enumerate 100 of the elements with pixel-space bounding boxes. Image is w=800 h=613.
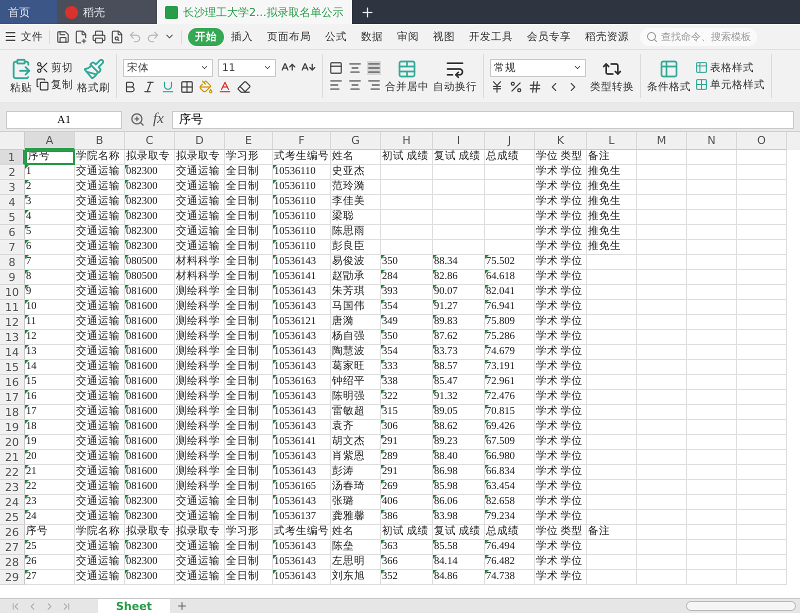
table-cell: 082300: [125, 225, 175, 240]
row-header[interactable]: 15: [0, 360, 25, 375]
add-sheet-icon[interactable]: [176, 600, 188, 612]
row-header[interactable]: 8: [0, 255, 25, 270]
row-header[interactable]: 7: [0, 240, 25, 255]
number-format-field[interactable]: 常规: [490, 58, 586, 76]
ribbon-tab[interactable]: 插入: [224, 28, 260, 46]
eraser-icon[interactable]: [237, 80, 251, 94]
row-header[interactable]: 23: [0, 480, 25, 495]
row-header[interactable]: 5: [0, 210, 25, 225]
new-tab-icon[interactable]: [360, 4, 374, 20]
print-preview-icon[interactable]: [110, 30, 124, 44]
ribbon-tab[interactable]: 开发工具: [462, 28, 520, 46]
italic-icon[interactable]: [142, 80, 156, 94]
formula-field[interactable]: 序号: [172, 110, 794, 128]
underline-icon[interactable]: [161, 80, 175, 94]
row-header[interactable]: 10: [0, 285, 25, 300]
bold-icon[interactable]: [123, 80, 137, 94]
column-header[interactable]: C: [125, 132, 175, 150]
function-label[interactable]: fx: [153, 111, 164, 128]
column-header[interactable]: E: [225, 132, 273, 150]
column-header[interactable]: D: [175, 132, 225, 150]
borders-icon[interactable]: [180, 80, 194, 94]
font-name-field[interactable]: 宋体: [123, 58, 213, 76]
horizontal-scrollbar[interactable]: [686, 601, 796, 611]
ribbon-tab[interactable]: 会员专享: [520, 28, 578, 46]
sheet-tab[interactable]: Sheet: [98, 598, 170, 613]
file-menu[interactable]: 文件: [4, 30, 49, 44]
copy-button[interactable]: 复制: [36, 78, 73, 92]
fill-color-icon[interactable]: [199, 80, 213, 94]
row-header[interactable]: 24: [0, 495, 25, 510]
ribbon-tab[interactable]: 公式: [318, 28, 354, 46]
merge-center-button[interactable]: 合并居中: [385, 58, 429, 94]
column-header[interactable]: G: [331, 132, 381, 150]
row-header[interactable]: 25: [0, 510, 25, 525]
row-header[interactable]: 28: [0, 555, 25, 570]
table-cell: 082300: [125, 495, 175, 510]
row-header[interactable]: 13: [0, 330, 25, 345]
row-header[interactable]: 22: [0, 465, 25, 480]
font-color-icon[interactable]: [218, 80, 232, 94]
font-size-field[interactable]: 11: [218, 58, 276, 76]
column-header[interactable]: O: [737, 132, 787, 150]
column-header[interactable]: F: [273, 132, 331, 150]
row-header[interactable]: 11: [0, 300, 25, 315]
row-header[interactable]: 29: [0, 570, 25, 585]
table-cell: 初试 成绩: [381, 525, 433, 540]
percent-icon[interactable]: [509, 80, 523, 94]
align-middle-icon[interactable]: [348, 60, 362, 74]
table-cell: 学术 学位: [535, 345, 587, 360]
ribbon-tab[interactable]: 稻壳资源: [578, 28, 636, 46]
ribbon-tab[interactable]: 数据: [354, 28, 390, 46]
column-header[interactable]: B: [75, 132, 125, 150]
cell-style-button[interactable]: 单元格样式: [695, 78, 765, 92]
row-header[interactable]: 21: [0, 450, 25, 465]
zoom-icon[interactable]: [130, 112, 145, 127]
row-header[interactable]: 6: [0, 225, 25, 240]
cut-button[interactable]: 剪切: [36, 60, 73, 74]
align-right-icon[interactable]: [367, 78, 381, 92]
align-center-icon[interactable]: [348, 78, 362, 92]
row-header[interactable]: 19: [0, 420, 25, 435]
column-header[interactable]: M: [637, 132, 687, 150]
row-header[interactable]: 14: [0, 345, 25, 360]
document-tab[interactable]: 稻壳: [57, 0, 157, 24]
row-header[interactable]: 16: [0, 375, 25, 390]
row-header[interactable]: 26: [0, 525, 25, 540]
save-icon[interactable]: [56, 30, 70, 44]
row-header[interactable]: 12: [0, 315, 25, 330]
row-header[interactable]: 1: [0, 150, 25, 165]
row-header[interactable]: 2: [0, 165, 25, 180]
column-header[interactable]: N: [687, 132, 737, 150]
conditional-format-button[interactable]: 条件格式: [647, 58, 691, 94]
print-icon[interactable]: [92, 30, 106, 44]
align-left-icon[interactable]: [329, 78, 343, 92]
row-header[interactable]: 17: [0, 390, 25, 405]
row-header[interactable]: 18: [0, 405, 25, 420]
column-header[interactable]: L: [587, 132, 637, 150]
table-style-button[interactable]: 表格样式: [695, 60, 765, 74]
row-header[interactable]: 4: [0, 195, 25, 210]
ribbon-tab[interactable]: 页面布局: [260, 28, 318, 46]
row-header[interactable]: 27: [0, 540, 25, 555]
column-header[interactable]: A: [25, 132, 75, 150]
align-bottom-icon[interactable]: [367, 60, 381, 74]
name-box[interactable]: A1: [6, 110, 122, 128]
table-cell: 10536143: [273, 570, 331, 585]
type-convert-button[interactable]: 类型转换: [590, 58, 634, 94]
format-painter-button[interactable]: 格式刷: [77, 58, 110, 94]
column-header[interactable]: J: [485, 132, 535, 150]
column-header[interactable]: H: [381, 132, 433, 150]
column-header[interactable]: K: [535, 132, 587, 150]
column-header[interactable]: I: [433, 132, 485, 150]
export-file-icon[interactable]: [74, 30, 88, 44]
document-tab[interactable]: 首页: [0, 0, 57, 24]
row-header[interactable]: 20: [0, 435, 25, 450]
row-header[interactable]: 3: [0, 180, 25, 195]
paste-button[interactable]: 粘贴: [10, 58, 32, 94]
currency-icon[interactable]: [490, 80, 504, 94]
ribbon-tab[interactable]: 审阅: [390, 28, 426, 46]
ribbon-tab[interactable]: 视图: [426, 28, 462, 46]
wrap-text-button[interactable]: 自动换行: [433, 58, 477, 94]
row-header[interactable]: 9: [0, 270, 25, 285]
